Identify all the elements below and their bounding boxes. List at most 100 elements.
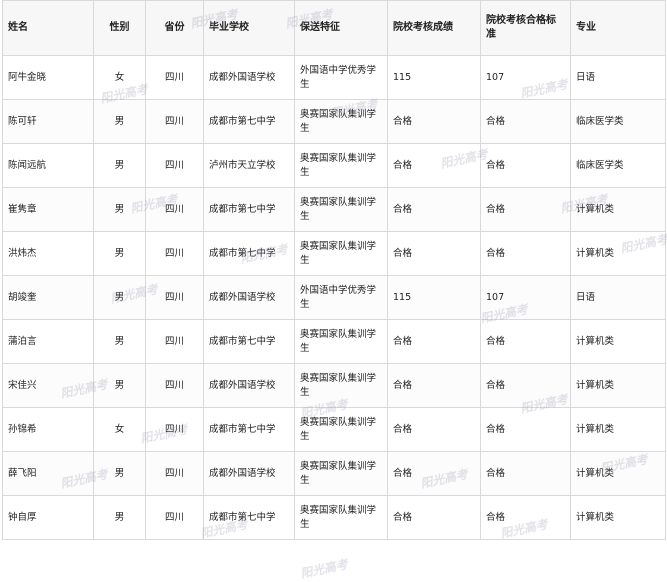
cell-gender: 男 bbox=[93, 143, 146, 188]
cell-province: 四川 bbox=[145, 275, 204, 320]
cell-gender: 男 bbox=[93, 363, 146, 408]
cell-standard: 107 bbox=[480, 275, 571, 320]
cell-standard: 合格 bbox=[480, 143, 571, 188]
admission-table: 姓名 性别 省份 毕业学校 保送特征 院校考核成绩 院校考核合格标准 专业 阿牛… bbox=[2, 0, 666, 540]
cell-feature: 奥赛国家队集训学生 bbox=[294, 407, 388, 452]
cell-school: 成都市第七中学 bbox=[203, 319, 295, 364]
cell-name: 阿牛金晓 bbox=[2, 55, 94, 100]
cell-score: 合格 bbox=[387, 143, 481, 188]
cell-school: 成都市第七中学 bbox=[203, 187, 295, 232]
table-row: 陈可轩男四川 成都市第七中学 奥赛国家队集训学生 合格 合格 临床医学类 bbox=[2, 99, 666, 144]
cell-province: 四川 bbox=[145, 407, 204, 452]
table-header-row: 姓名 性别 省份 毕业学校 保送特征 院校考核成绩 院校考核合格标准 专业 bbox=[2, 0, 666, 56]
cell-school: 成都外国语学校 bbox=[203, 451, 295, 496]
cell-score: 115 bbox=[387, 55, 481, 100]
header-gender: 性别 bbox=[93, 0, 146, 56]
cell-major: 计算机类 bbox=[570, 495, 666, 540]
cell-standard: 合格 bbox=[480, 495, 571, 540]
cell-score: 合格 bbox=[387, 363, 481, 408]
cell-name: 钟自厚 bbox=[2, 495, 94, 540]
cell-standard: 107 bbox=[480, 55, 571, 100]
table-row: 蒲泊言男四川 成都市第七中学 奥赛国家队集训学生 合格 合格 计算机类 bbox=[2, 319, 666, 364]
table-row: 胡竣奎男四川 成都外国语学校 外国语中学优秀学生 115 107 日语 bbox=[2, 275, 666, 320]
cell-name: 薛飞阳 bbox=[2, 451, 94, 496]
cell-standard: 合格 bbox=[480, 407, 571, 452]
cell-name: 宋佳兴 bbox=[2, 363, 94, 408]
cell-major: 临床医学类 bbox=[570, 143, 666, 188]
cell-name: 孙锦希 bbox=[2, 407, 94, 452]
cell-major: 日语 bbox=[570, 275, 666, 320]
cell-score: 合格 bbox=[387, 319, 481, 364]
table-row: 洪炜杰男四川 成都市第七中学 奥赛国家队集训学生 合格 合格 计算机类 bbox=[2, 231, 666, 276]
cell-school: 成都外国语学校 bbox=[203, 55, 295, 100]
cell-feature: 奥赛国家队集训学生 bbox=[294, 495, 388, 540]
cell-school: 成都市第七中学 bbox=[203, 231, 295, 276]
header-standard: 院校考核合格标准 bbox=[480, 0, 571, 56]
cell-school: 成都外国语学校 bbox=[203, 363, 295, 408]
cell-gender: 女 bbox=[93, 407, 146, 452]
cell-feature: 外国语中学优秀学生 bbox=[294, 55, 388, 100]
cell-name: 崔隽章 bbox=[2, 187, 94, 232]
cell-major: 计算机类 bbox=[570, 407, 666, 452]
cell-feature: 奥赛国家队集训学生 bbox=[294, 99, 388, 144]
cell-score: 115 bbox=[387, 275, 481, 320]
cell-major: 计算机类 bbox=[570, 451, 666, 496]
cell-standard: 合格 bbox=[480, 319, 571, 364]
cell-major: 计算机类 bbox=[570, 319, 666, 364]
header-major: 专业 bbox=[570, 0, 666, 56]
table-row: 陈闻远航男四川 泸州市天立学校 奥赛国家队集训学生 合格 合格 临床医学类 bbox=[2, 143, 666, 188]
cell-major: 计算机类 bbox=[570, 363, 666, 408]
cell-gender: 男 bbox=[93, 99, 146, 144]
cell-feature: 奥赛国家队集训学生 bbox=[294, 451, 388, 496]
cell-major: 临床医学类 bbox=[570, 99, 666, 144]
cell-score: 合格 bbox=[387, 495, 481, 540]
cell-gender: 男 bbox=[93, 231, 146, 276]
cell-name: 陈可轩 bbox=[2, 99, 94, 144]
cell-score: 合格 bbox=[387, 451, 481, 496]
cell-province: 四川 bbox=[145, 319, 204, 364]
cell-province: 四川 bbox=[145, 143, 204, 188]
cell-school: 成都市第七中学 bbox=[203, 99, 295, 144]
cell-gender: 男 bbox=[93, 275, 146, 320]
cell-feature: 奥赛国家队集训学生 bbox=[294, 143, 388, 188]
table-row: 薛飞阳男四川 成都外国语学校 奥赛国家队集训学生 合格 合格 计算机类 bbox=[2, 451, 666, 496]
cell-name: 胡竣奎 bbox=[2, 275, 94, 320]
cell-major: 计算机类 bbox=[570, 187, 666, 232]
header-school: 毕业学校 bbox=[203, 0, 295, 56]
cell-school: 成都外国语学校 bbox=[203, 275, 295, 320]
cell-gender: 男 bbox=[93, 319, 146, 364]
cell-standard: 合格 bbox=[480, 231, 571, 276]
cell-province: 四川 bbox=[145, 451, 204, 496]
cell-gender: 男 bbox=[93, 451, 146, 496]
header-feature: 保送特征 bbox=[294, 0, 388, 56]
cell-gender: 女 bbox=[93, 55, 146, 100]
cell-standard: 合格 bbox=[480, 451, 571, 496]
cell-standard: 合格 bbox=[480, 363, 571, 408]
table-row: 崔隽章男四川 成都市第七中学 奥赛国家队集训学生 合格 合格 计算机类 bbox=[2, 187, 666, 232]
cell-school: 成都市第七中学 bbox=[203, 495, 295, 540]
cell-score: 合格 bbox=[387, 407, 481, 452]
cell-name: 蒲泊言 bbox=[2, 319, 94, 364]
cell-province: 四川 bbox=[145, 363, 204, 408]
cell-gender: 男 bbox=[93, 495, 146, 540]
watermark-text: 阳光高考 bbox=[299, 557, 350, 581]
cell-name: 陈闻远航 bbox=[2, 143, 94, 188]
header-province: 省份 bbox=[145, 0, 204, 56]
header-score: 院校考核成绩 bbox=[387, 0, 481, 56]
header-name: 姓名 bbox=[2, 0, 94, 56]
cell-province: 四川 bbox=[145, 55, 204, 100]
table-row: 钟自厚男四川 成都市第七中学 奥赛国家队集训学生 合格 合格 计算机类 bbox=[2, 495, 666, 540]
cell-feature: 外国语中学优秀学生 bbox=[294, 275, 388, 320]
table-row: 宋佳兴男四川 成都外国语学校 奥赛国家队集训学生 合格 合格 计算机类 bbox=[2, 363, 666, 408]
cell-score: 合格 bbox=[387, 187, 481, 232]
cell-province: 四川 bbox=[145, 495, 204, 540]
cell-province: 四川 bbox=[145, 187, 204, 232]
cell-feature: 奥赛国家队集训学生 bbox=[294, 319, 388, 364]
cell-major: 日语 bbox=[570, 55, 666, 100]
cell-school: 泸州市天立学校 bbox=[203, 143, 295, 188]
cell-feature: 奥赛国家队集训学生 bbox=[294, 187, 388, 232]
cell-province: 四川 bbox=[145, 231, 204, 276]
cell-score: 合格 bbox=[387, 231, 481, 276]
cell-province: 四川 bbox=[145, 99, 204, 144]
table-row: 孙锦希女四川 成都市第七中学 奥赛国家队集训学生 合格 合格 计算机类 bbox=[2, 407, 666, 452]
